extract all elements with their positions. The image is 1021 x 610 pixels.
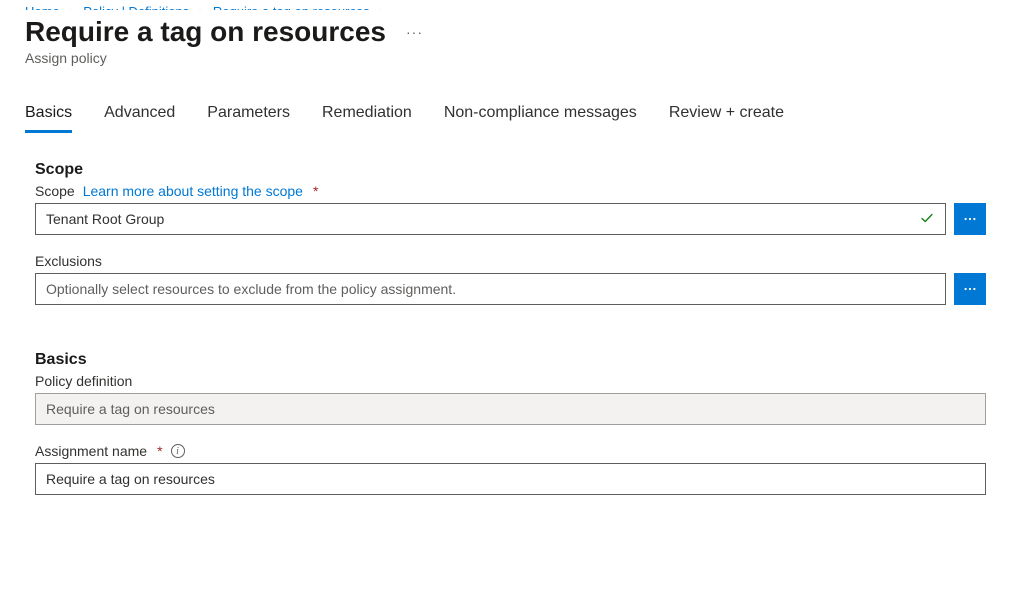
policy-definition-input: Require a tag on resources [35, 393, 986, 425]
policy-definition-label: Policy definition [35, 373, 132, 389]
assignment-name-input-wrap [35, 463, 986, 495]
chevron-right-icon: › [379, 4, 383, 10]
required-indicator: * [313, 183, 318, 199]
breadcrumb-current[interactable]: Require a tag on resources [213, 4, 370, 10]
basics-heading: Basics [35, 351, 986, 369]
tab-remediation[interactable]: Remediation [322, 104, 412, 133]
page-subtitle: Assign policy [25, 50, 996, 66]
exclusions-label: Exclusions [35, 253, 102, 269]
page-title: Require a tag on resources [25, 16, 386, 48]
assignment-name-label: Assignment name [35, 443, 147, 459]
scope-picker-button[interactable] [954, 203, 986, 235]
more-actions-icon[interactable]: ··· [402, 20, 427, 44]
exclusions-picker-button[interactable] [954, 273, 986, 305]
chevron-right-icon: › [69, 4, 73, 10]
policy-definition-value: Require a tag on resources [46, 401, 215, 417]
scope-value: Tenant Root Group [46, 211, 164, 227]
checkmark-icon [919, 210, 935, 229]
tab-review[interactable]: Review + create [669, 104, 784, 133]
scope-learn-more-link[interactable]: Learn more about setting the scope [83, 183, 303, 199]
exclusions-input[interactable]: Optionally select resources to exclude f… [35, 273, 946, 305]
exclusions-placeholder: Optionally select resources to exclude f… [46, 281, 456, 297]
chevron-right-icon: › [199, 4, 203, 10]
breadcrumb-policy[interactable]: Policy | Definitions [83, 4, 189, 10]
breadcrumb-home[interactable]: Home [25, 4, 60, 10]
tab-parameters[interactable]: Parameters [207, 104, 290, 133]
tab-basics[interactable]: Basics [25, 104, 72, 133]
required-indicator: * [157, 443, 162, 459]
tab-noncompliance[interactable]: Non-compliance messages [444, 104, 637, 133]
scope-heading: Scope [35, 161, 986, 179]
tab-advanced[interactable]: Advanced [104, 104, 175, 133]
scope-label: Scope [35, 183, 75, 199]
scope-input[interactable]: Tenant Root Group [35, 203, 946, 235]
breadcrumb: Home › Policy | Definitions › Require a … [25, 0, 996, 10]
info-icon[interactable]: i [171, 444, 185, 458]
assignment-name-input[interactable] [46, 471, 975, 487]
tabs: Basics Advanced Parameters Remediation N… [25, 104, 996, 133]
